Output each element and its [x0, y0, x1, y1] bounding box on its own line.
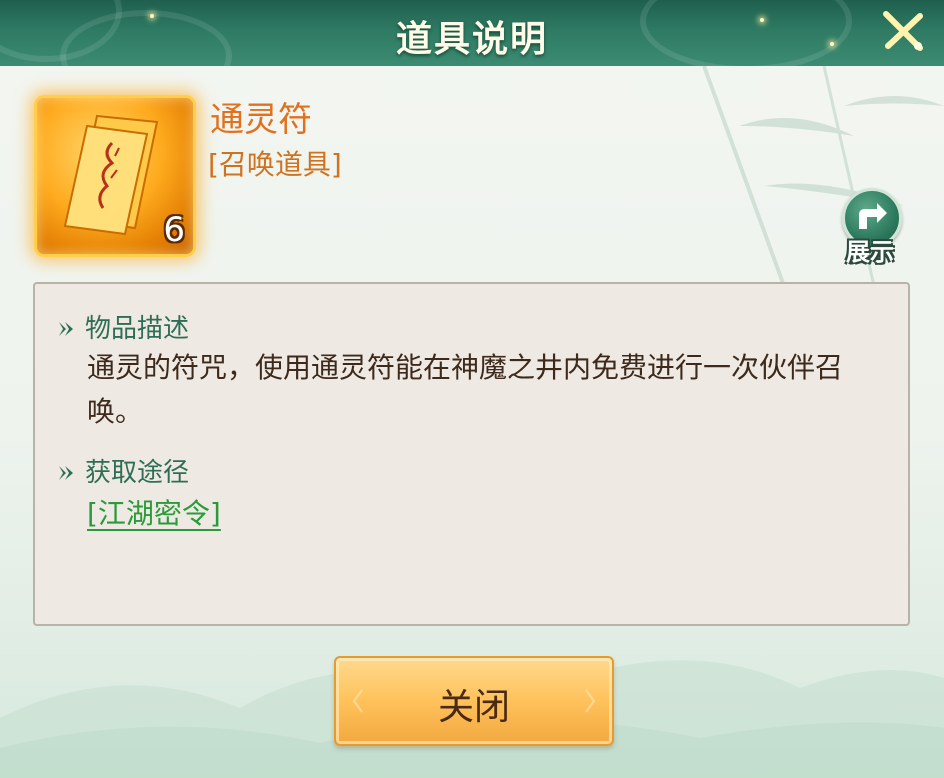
- dialog-header: 道具说明: [0, 0, 944, 66]
- close-button[interactable]: 关闭: [334, 656, 614, 746]
- item-name: 通灵符: [210, 100, 312, 140]
- item-description-panel: 物品描述 通灵的符咒，使用通灵符能在神魔之井内免费进行一次伙伴召唤。 获取途径 …: [33, 282, 910, 626]
- diamond-bullet-icon: [59, 322, 73, 336]
- share-label: 展示: [846, 238, 894, 266]
- description-heading: 物品描述: [55, 308, 189, 345]
- source-heading-text: 获取途径: [85, 458, 190, 488]
- dialog-title: 道具说明: [395, 19, 548, 60]
- close-button-label: 关闭: [437, 687, 510, 728]
- description-heading-text: 物品描述: [85, 314, 190, 344]
- diamond-bullet-icon: [59, 466, 73, 480]
- share-button[interactable]: 展示: [838, 188, 902, 268]
- source-heading: 获取途径: [55, 452, 189, 489]
- item-count: 6: [163, 210, 185, 250]
- item-icon-frame: 6: [34, 95, 196, 257]
- description-text: 通灵的符咒，使用通灵符能在神魔之井内免费进行一次伙伴召唤。: [87, 351, 844, 428]
- item-type: [召唤道具]: [208, 148, 342, 181]
- close-icon[interactable]: [878, 6, 928, 56]
- source-link[interactable]: [江湖密令]: [87, 492, 221, 532]
- talisman-paper-icon: [63, 114, 159, 236]
